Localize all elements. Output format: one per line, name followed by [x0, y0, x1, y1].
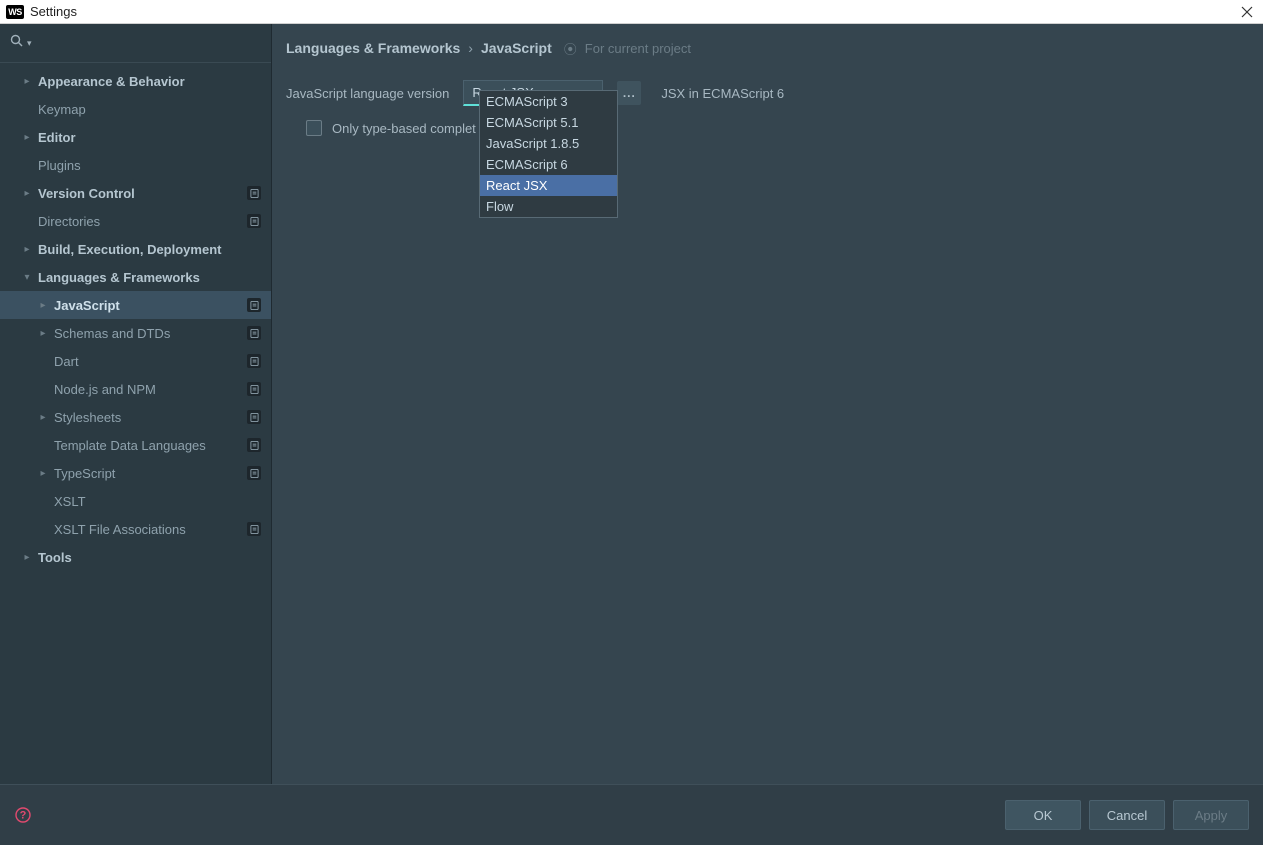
- project-scope-icon: [247, 410, 261, 424]
- chevron-right-icon[interactable]: ▸: [20, 132, 34, 143]
- chevron-down-icon: ▾: [27, 38, 32, 49]
- project-scope-icon: [247, 298, 261, 312]
- titlebar: WS Settings: [0, 0, 1263, 24]
- sidebar-item-label: Editor: [38, 130, 261, 145]
- sidebar-item-label: Plugins: [38, 158, 261, 173]
- sidebar-item-xslt[interactable]: XSLT: [0, 487, 271, 515]
- close-icon[interactable]: [1237, 2, 1257, 22]
- scope-icon: ⦿: [564, 39, 577, 58]
- dropdown-option-ecmascript-3[interactable]: ECMAScript 3: [480, 91, 617, 112]
- more-button[interactable]: ...: [617, 81, 641, 105]
- sidebar-item-label: TypeScript: [54, 466, 247, 481]
- project-scope-icon: [247, 522, 261, 536]
- language-version-label: JavaScript language version: [286, 86, 449, 101]
- breadcrumb-scope: For current project: [585, 41, 691, 56]
- sidebar: ▾ ▸ Appearance & Behavior Keymap ▸ Editor Plu…: [0, 24, 272, 784]
- cancel-button[interactable]: Cancel: [1089, 800, 1165, 830]
- chevron-right-icon[interactable]: ▸: [36, 468, 50, 479]
- apply-button[interactable]: Apply: [1173, 800, 1249, 830]
- sidebar-item-directories[interactable]: Directories: [0, 207, 271, 235]
- breadcrumb-separator: ›: [468, 40, 473, 56]
- sidebar-item-label: Node.js and NPM: [54, 382, 247, 397]
- checkbox-label: Only type-based complet: [332, 121, 476, 136]
- sidebar-item-version-control[interactable]: ▸ Version Control: [0, 179, 271, 207]
- sidebar-item-label: Languages & Frameworks: [38, 270, 261, 285]
- sidebar-item-keymap[interactable]: Keymap: [0, 95, 271, 123]
- breadcrumb-parent[interactable]: Languages & Frameworks: [286, 40, 460, 56]
- sidebar-item-schemas-and-dtds[interactable]: ▸ Schemas and DTDs: [0, 319, 271, 347]
- search-input[interactable]: ▾: [0, 24, 271, 62]
- project-scope-icon: [247, 382, 261, 396]
- project-scope-icon: [247, 438, 261, 452]
- chevron-right-icon[interactable]: ▸: [20, 76, 34, 87]
- language-version-dropdown[interactable]: ECMAScript 3ECMAScript 5.1JavaScript 1.8…: [479, 90, 618, 218]
- window-title: Settings: [30, 4, 1237, 19]
- sidebar-item-languages-frameworks[interactable]: ▾ Languages & Frameworks: [0, 263, 271, 291]
- type-based-completion-checkbox[interactable]: [306, 120, 322, 136]
- sidebar-item-label: Tools: [38, 550, 261, 565]
- chevron-right-icon[interactable]: ▸: [36, 328, 50, 339]
- language-version-row: JavaScript language version React JSX ▼ …: [272, 64, 1263, 106]
- main-container: ▾ ▸ Appearance & Behavior Keymap ▸ Editor Plu…: [0, 24, 1263, 784]
- chevron-right-icon[interactable]: ▸: [20, 244, 34, 255]
- completion-checkbox-row: Only type-based complet: [272, 106, 1263, 136]
- sidebar-item-label: Template Data Languages: [54, 438, 247, 453]
- sidebar-item-label: Stylesheets: [54, 410, 247, 425]
- sidebar-item-xslt-file-associations[interactable]: XSLT File Associations: [0, 515, 271, 543]
- dropdown-option-ecmascript-6[interactable]: ECMAScript 6: [480, 154, 617, 175]
- project-scope-icon: [247, 354, 261, 368]
- svg-text:?: ?: [20, 810, 27, 822]
- sidebar-item-label: Directories: [38, 214, 247, 229]
- search-icon: [10, 34, 24, 52]
- sidebar-item-build-execution-deployment[interactable]: ▸ Build, Execution, Deployment: [0, 235, 271, 263]
- sidebar-item-label: Appearance & Behavior: [38, 74, 261, 89]
- sidebar-item-template-data-languages[interactable]: Template Data Languages: [0, 431, 271, 459]
- project-scope-icon: [247, 466, 261, 480]
- breadcrumb-current: JavaScript: [481, 40, 552, 56]
- sidebar-item-label: Version Control: [38, 186, 247, 201]
- chevron-right-icon[interactable]: ▸: [20, 188, 34, 199]
- dropdown-option-javascript-1-8-5[interactable]: JavaScript 1.8.5: [480, 133, 617, 154]
- sidebar-item-dart[interactable]: Dart: [0, 347, 271, 375]
- sidebar-item-label: Schemas and DTDs: [54, 326, 247, 341]
- sidebar-item-label: Dart: [54, 354, 247, 369]
- sidebar-item-label: Keymap: [38, 102, 261, 117]
- project-scope-icon: [247, 214, 261, 228]
- sidebar-item-plugins[interactable]: Plugins: [0, 151, 271, 179]
- breadcrumb: Languages & Frameworks › JavaScript ⦿ Fo…: [272, 24, 1263, 64]
- project-scope-icon: [247, 186, 261, 200]
- sidebar-item-editor[interactable]: ▸ Editor: [0, 123, 271, 151]
- sidebar-item-node-js-and-npm[interactable]: Node.js and NPM: [0, 375, 271, 403]
- sidebar-item-stylesheets[interactable]: ▸ Stylesheets: [0, 403, 271, 431]
- divider: [0, 62, 271, 63]
- project-scope-icon: [247, 326, 261, 340]
- dropdown-option-flow[interactable]: Flow: [480, 196, 617, 217]
- sidebar-item-tools[interactable]: ▸ Tools: [0, 543, 271, 571]
- sidebar-item-typescript[interactable]: ▸ TypeScript: [0, 459, 271, 487]
- chevron-right-icon[interactable]: ▸: [36, 300, 50, 311]
- settings-tree[interactable]: ▸ Appearance & Behavior Keymap ▸ Editor Plugi…: [0, 67, 271, 784]
- sidebar-item-javascript[interactable]: ▸ JavaScript: [0, 291, 271, 319]
- app-badge: WS: [6, 5, 24, 19]
- footer: ? OK Cancel Apply: [0, 784, 1263, 845]
- dropdown-option-react-jsx[interactable]: React JSX: [480, 175, 617, 196]
- chevron-right-icon[interactable]: ▸: [20, 552, 34, 563]
- sidebar-item-label: XSLT: [54, 494, 261, 509]
- sidebar-item-appearance-behavior[interactable]: ▸ Appearance & Behavior: [0, 67, 271, 95]
- ok-button[interactable]: OK: [1005, 800, 1081, 830]
- content-panel: Languages & Frameworks › JavaScript ⦿ Fo…: [272, 24, 1263, 784]
- chevron-right-icon[interactable]: ▸: [36, 412, 50, 423]
- sidebar-item-label: XSLT File Associations: [54, 522, 247, 537]
- sidebar-item-label: Build, Execution, Deployment: [38, 242, 261, 257]
- dropdown-option-ecmascript-5-1[interactable]: ECMAScript 5.1: [480, 112, 617, 133]
- sidebar-item-label: JavaScript: [54, 298, 247, 313]
- help-button[interactable]: ?: [14, 806, 32, 824]
- language-version-hint: JSX in ECMAScript 6: [661, 86, 784, 101]
- chevron-down-icon[interactable]: ▾: [20, 272, 34, 283]
